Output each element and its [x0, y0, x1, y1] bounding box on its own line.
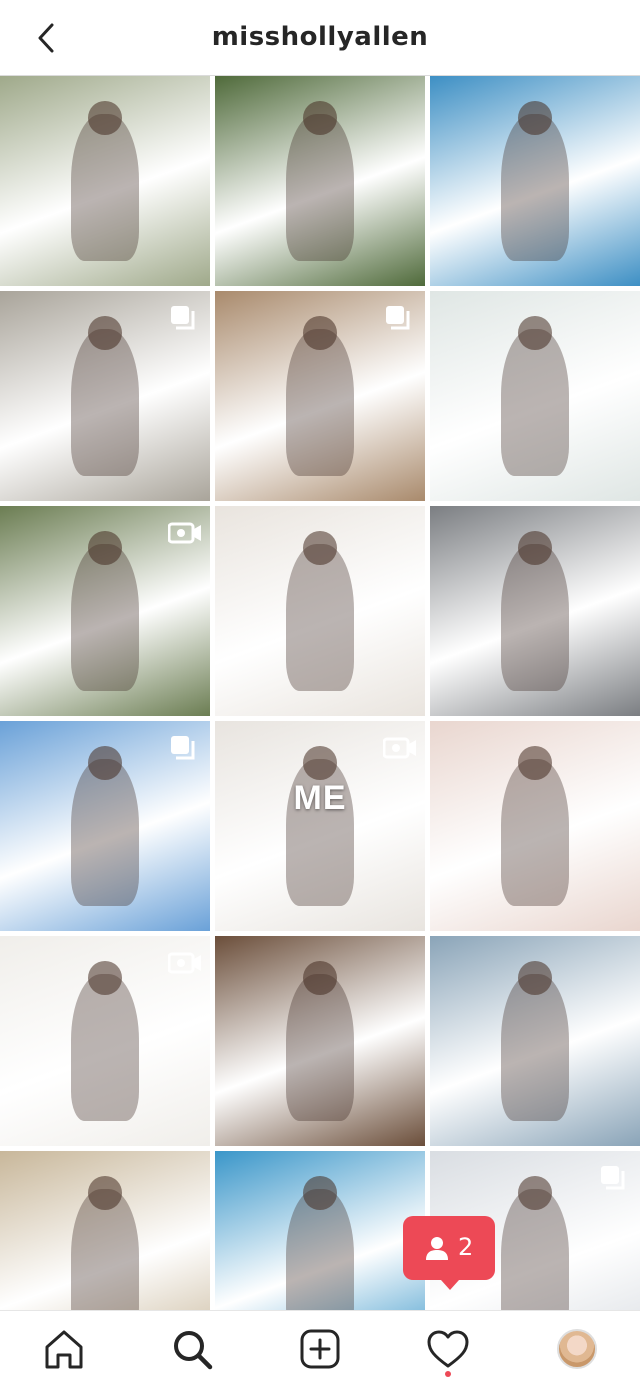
- person-icon: [426, 1237, 448, 1260]
- post-subject-head: [518, 531, 552, 565]
- post-subject: [71, 758, 139, 906]
- post-subject-head: [303, 316, 337, 350]
- post-subject: [286, 328, 354, 476]
- notification-dot: [445, 1371, 451, 1377]
- grid-post[interactable]: [215, 936, 425, 1146]
- nav-new-post-button[interactable]: [296, 1325, 344, 1373]
- post-subject-head: [88, 961, 122, 995]
- post-subject-head: [518, 1176, 552, 1210]
- post-subject: [71, 113, 139, 261]
- post-subject: [286, 543, 354, 691]
- carousel-icon: [168, 733, 198, 763]
- post-overlay-text: ME: [293, 779, 347, 817]
- post-subject-head: [518, 961, 552, 995]
- video-icon: [382, 733, 416, 763]
- post-subject: [286, 973, 354, 1121]
- post-subject-head: [518, 316, 552, 350]
- nav-profile-avatar[interactable]: [557, 1329, 597, 1369]
- post-subject-head: [303, 961, 337, 995]
- post-subject: [71, 328, 139, 476]
- post-subject: [71, 973, 139, 1121]
- post-subject: [71, 543, 139, 691]
- top-bar: misshollyallen: [0, 0, 640, 76]
- post-subject-head: [88, 101, 122, 135]
- post-subject-head: [88, 531, 122, 565]
- post-subject-head: [303, 1176, 337, 1210]
- grid-post[interactable]: [215, 291, 425, 501]
- post-subject-head: [303, 531, 337, 565]
- grid-post[interactable]: [430, 721, 640, 931]
- grid-post[interactable]: [0, 506, 210, 716]
- grid-post[interactable]: [215, 506, 425, 716]
- post-subject: [286, 113, 354, 261]
- grid-post[interactable]: [0, 936, 210, 1146]
- carousel-icon: [383, 303, 413, 333]
- grid-post[interactable]: [430, 76, 640, 286]
- follower-notification-popup[interactable]: 2: [403, 1216, 495, 1290]
- post-subject-head: [303, 746, 337, 780]
- notification-count: 2: [458, 1233, 474, 1261]
- grid-post[interactable]: [0, 76, 210, 286]
- search-icon: [174, 1331, 213, 1370]
- photo-grid: ME: [0, 76, 640, 1310]
- grid-post[interactable]: [0, 1151, 210, 1310]
- bottom-nav: [0, 1310, 640, 1386]
- grid-post[interactable]: ME: [215, 721, 425, 931]
- heart-icon: [427, 1330, 469, 1368]
- page-title: misshollyallen: [211, 22, 429, 52]
- post-subject-head: [88, 316, 122, 350]
- grid-post[interactable]: [0, 721, 210, 931]
- grid-post[interactable]: [430, 506, 640, 716]
- carousel-icon: [168, 303, 198, 333]
- nav-activity-button[interactable]: [424, 1325, 472, 1373]
- video-icon: [167, 948, 201, 978]
- post-subject: [501, 543, 569, 691]
- grid-post[interactable]: [0, 291, 210, 501]
- nav-search-button[interactable]: [168, 1325, 216, 1373]
- plus-square-icon: [300, 1329, 340, 1369]
- video-icon: [167, 518, 201, 548]
- grid-post[interactable]: [430, 936, 640, 1146]
- grid-post[interactable]: [215, 1151, 425, 1310]
- post-subject: [501, 758, 569, 906]
- post-subject-head: [88, 1176, 122, 1210]
- post-subject-head: [518, 746, 552, 780]
- grid-post[interactable]: [215, 76, 425, 286]
- post-subject: [501, 113, 569, 261]
- home-icon: [45, 1330, 83, 1369]
- post-subject-head: [88, 746, 122, 780]
- carousel-icon: [598, 1163, 628, 1193]
- post-subject: [501, 328, 569, 476]
- nav-home-button[interactable]: [40, 1325, 88, 1373]
- post-subject-head: [303, 101, 337, 135]
- post-subject-head: [518, 101, 552, 135]
- post-subject: [501, 973, 569, 1121]
- grid-post[interactable]: [430, 291, 640, 501]
